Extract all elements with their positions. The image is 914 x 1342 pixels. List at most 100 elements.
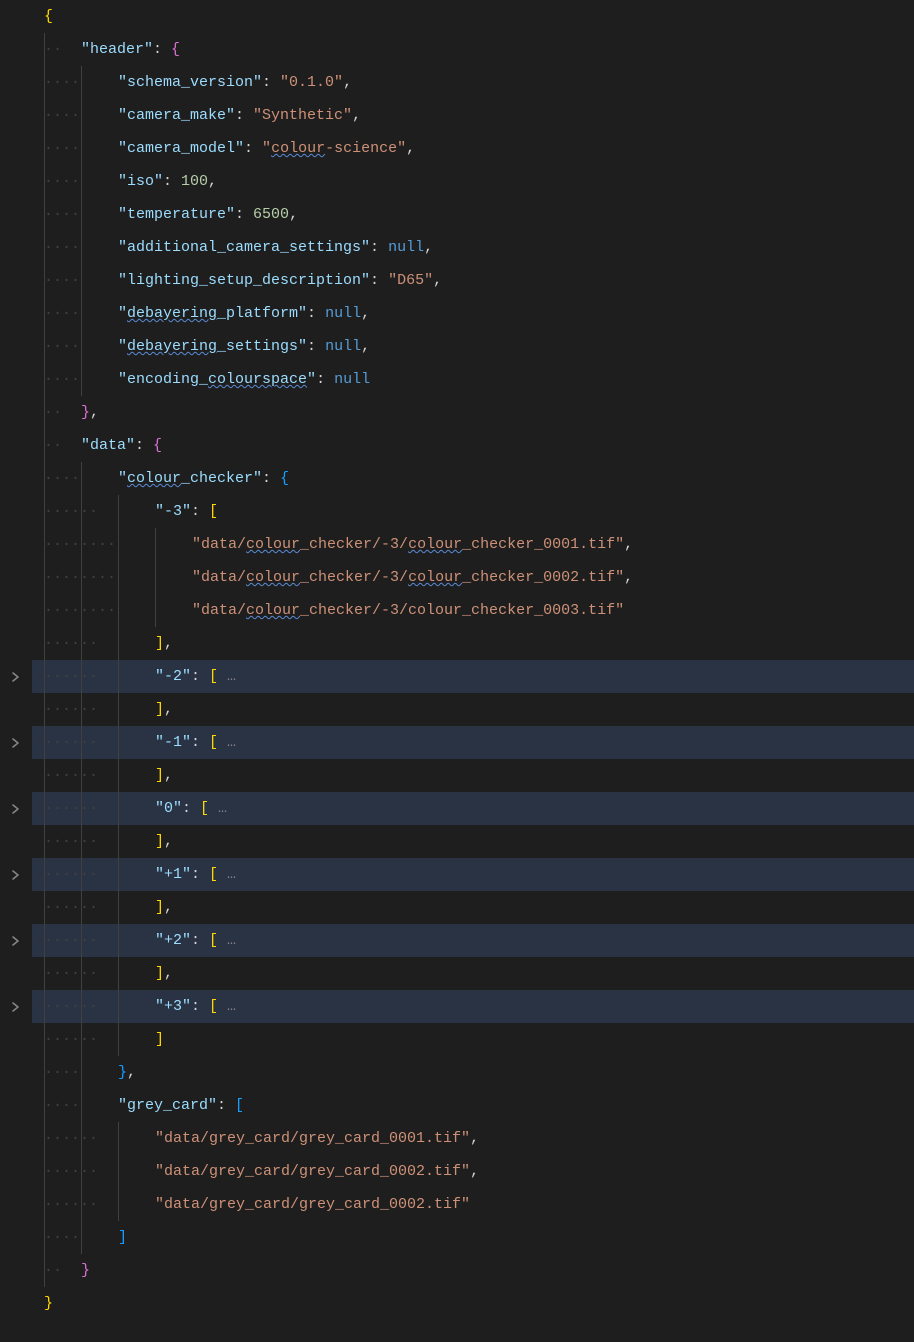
- code-line[interactable]: ····"encoding_colourspace": null: [32, 363, 914, 396]
- fold-chevron-icon[interactable]: [0, 990, 32, 1023]
- code-line[interactable]: ····"grey_card": [: [32, 1089, 914, 1122]
- code-line[interactable]: ····"camera_make": "Synthetic",: [32, 99, 914, 132]
- code-line[interactable]: ······],: [32, 825, 914, 858]
- code-line[interactable]: ······],: [32, 627, 914, 660]
- code-line[interactable]: {: [32, 0, 914, 33]
- token-brace-b: {: [153, 429, 162, 462]
- token-key: _settings": [217, 330, 307, 363]
- token-colon: :: [135, 429, 153, 462]
- code-line[interactable]: ········"data/colour_checker/-3/colour_c…: [32, 528, 914, 561]
- token-key: ": [118, 297, 127, 330]
- fold-chevron-icon[interactable]: [0, 792, 32, 825]
- token-comma: ,: [289, 198, 298, 231]
- code-line[interactable]: ····]: [32, 1221, 914, 1254]
- whitespace-dots: ··: [44, 33, 62, 66]
- token-str: colour: [408, 528, 462, 561]
- whitespace-dots: ········: [44, 561, 116, 594]
- code-line[interactable]: ······"data/grey_card/grey_card_0001.tif…: [32, 1122, 914, 1155]
- code-line[interactable]: ····"iso": 100,: [32, 165, 914, 198]
- code-line[interactable]: }: [32, 1287, 914, 1320]
- token-key: "header": [81, 33, 153, 66]
- code-line[interactable]: ····"debayering_platform": null,: [32, 297, 914, 330]
- token-comma: ,: [406, 132, 415, 165]
- code-line[interactable]: ····"colour_checker": {: [32, 462, 914, 495]
- token-comma: ,: [343, 66, 352, 99]
- fold-chevron-icon[interactable]: [0, 858, 32, 891]
- token-brace-b: {: [171, 33, 180, 66]
- code-line[interactable]: ····"debayering_settings": null,: [32, 330, 914, 363]
- code-line[interactable]: ······"+3": [ …: [32, 990, 914, 1023]
- gutter-blank: [0, 0, 32, 33]
- token-colon: :: [153, 33, 171, 66]
- token-str: _checker/-3/: [300, 528, 408, 561]
- code-line[interactable]: ······],: [32, 693, 914, 726]
- whitespace-dots: ····: [44, 1221, 80, 1254]
- gutter-blank: [0, 132, 32, 165]
- gutter-blank: [0, 891, 32, 924]
- token-key: debayering: [127, 297, 217, 330]
- code-line[interactable]: ······"data/grey_card/grey_card_0002.tif…: [32, 1155, 914, 1188]
- code-line[interactable]: ······"-1": [ …: [32, 726, 914, 759]
- whitespace-dots: ····: [44, 132, 80, 165]
- code-line[interactable]: ········"data/colour_checker/-3/colour_c…: [32, 594, 914, 627]
- token-brace-d: [: [209, 660, 218, 693]
- code-line[interactable]: ······"-2": [ …: [32, 660, 914, 693]
- token-nul: null: [388, 231, 424, 264]
- token-key: colour: [127, 462, 181, 495]
- code-line[interactable]: ··},: [32, 396, 914, 429]
- code-line[interactable]: ······"-3": [: [32, 495, 914, 528]
- code-line[interactable]: ······"+2": [ …: [32, 924, 914, 957]
- code-line[interactable]: ··"data": {: [32, 429, 914, 462]
- token-colon: :: [307, 297, 325, 330]
- code-line[interactable]: ··}: [32, 1254, 914, 1287]
- whitespace-dots: ······: [44, 1188, 98, 1221]
- code-line[interactable]: ·· "header": {: [32, 33, 914, 66]
- whitespace-dots: ····: [44, 363, 80, 396]
- code-line[interactable]: ······ "data/grey_card/grey_card_0002.tif…: [32, 1188, 914, 1221]
- code-line[interactable]: ······],: [32, 891, 914, 924]
- gutter-blank: [0, 1089, 32, 1122]
- token-key: debayering: [127, 330, 217, 363]
- fold-chevron-icon[interactable]: [0, 726, 32, 759]
- token-comma: ,: [164, 825, 173, 858]
- code-line[interactable]: ······],: [32, 759, 914, 792]
- token-key: "-2": [155, 660, 191, 693]
- code-line[interactable]: ····"temperature": 6500,: [32, 198, 914, 231]
- token-colon: :: [191, 660, 209, 693]
- token-str: "Synthetic": [253, 99, 352, 132]
- whitespace-dots: ········: [44, 528, 116, 561]
- token-brace-d: [: [209, 495, 218, 528]
- token-colon: :: [262, 66, 280, 99]
- editor-gutter: [0, 0, 32, 1320]
- token-colon: :: [370, 231, 388, 264]
- token-brace-b: }: [81, 1254, 90, 1287]
- code-line[interactable]: ······"+1": [ …: [32, 858, 914, 891]
- fold-chevron-icon[interactable]: [0, 660, 32, 693]
- token-key: "grey_card": [118, 1089, 217, 1122]
- fold-chevron-icon[interactable]: [0, 924, 32, 957]
- token-brace-d: [: [200, 792, 209, 825]
- editor-code[interactable]: {··"header": {····"schema_version": "0.1…: [32, 0, 914, 1320]
- token-colon: :: [191, 990, 209, 1023]
- token-brace-a: {: [44, 0, 53, 33]
- token-comma: ,: [433, 264, 442, 297]
- token-colon: :: [191, 495, 209, 528]
- code-line[interactable]: ····},: [32, 1056, 914, 1089]
- token-str: ": [262, 132, 271, 165]
- whitespace-dots: ······: [44, 693, 98, 726]
- code-line[interactable]: ····"camera_model": "colour-science",: [32, 132, 914, 165]
- token-str: "data/grey_card/grey_card_0002.tif": [155, 1188, 470, 1221]
- code-line[interactable]: ······]: [32, 1023, 914, 1056]
- code-line[interactable]: ········"data/colour_checker/-3/colour_c…: [32, 561, 914, 594]
- token-brace-c: [: [235, 1089, 244, 1122]
- token-colon: :: [235, 99, 253, 132]
- token-str: colour: [271, 132, 325, 165]
- code-line[interactable]: ····"additional_camera_settings": null,: [32, 231, 914, 264]
- code-line[interactable]: ······"0": [ …: [32, 792, 914, 825]
- whitespace-dots: ····: [44, 1089, 80, 1122]
- token-str: "data/grey_card/grey_card_0001.tif": [155, 1122, 470, 1155]
- token-key: "+2": [155, 924, 191, 957]
- code-line[interactable]: ····"schema_version": "0.1.0",: [32, 66, 914, 99]
- code-line[interactable]: ····"lighting_setup_description": "D65",: [32, 264, 914, 297]
- code-line[interactable]: ······],: [32, 957, 914, 990]
